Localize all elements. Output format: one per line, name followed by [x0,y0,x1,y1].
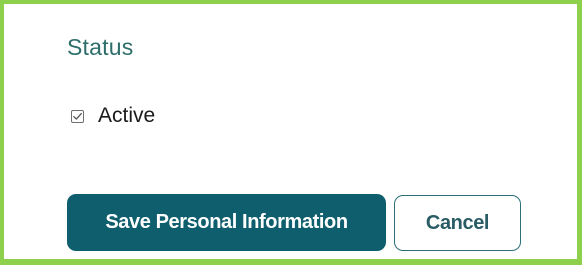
active-checkbox-label[interactable]: Active [98,103,155,129]
checkmark-icon [73,112,82,120]
highlight-frame: Status Active Save Personal Information … [0,0,582,265]
active-checkbox-row[interactable]: Active [71,103,155,129]
status-section-title: Status [67,34,134,60]
status-panel: Status Active Save Personal Information … [8,8,581,263]
cancel-button[interactable]: Cancel [394,195,521,251]
active-checkbox[interactable] [71,109,84,123]
save-personal-information-button[interactable]: Save Personal Information [67,194,386,251]
